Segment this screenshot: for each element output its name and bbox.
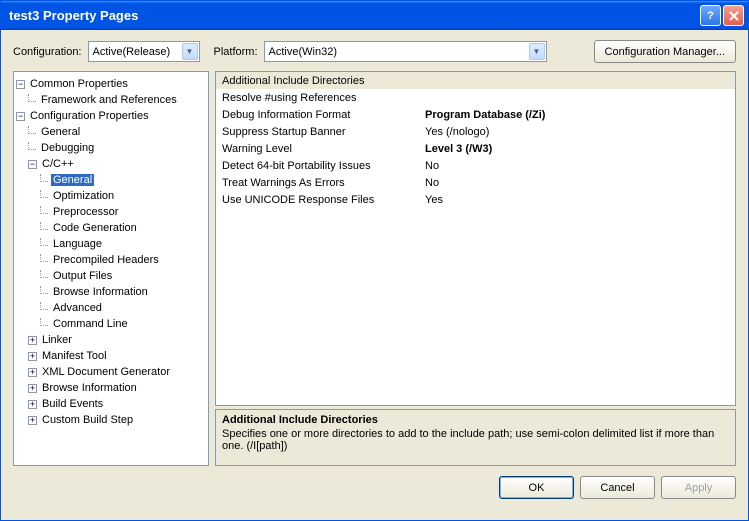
grid-row[interactable]: Treat Warnings As ErrorsNo: [216, 174, 735, 191]
expand-icon[interactable]: +: [28, 336, 37, 345]
prop-name: Detect 64-bit Portability Issues: [216, 160, 421, 172]
prop-value[interactable]: Yes (/nologo): [421, 126, 735, 138]
grid-row[interactable]: Warning LevelLevel 3 (/W3): [216, 140, 735, 157]
collapse-icon[interactable]: −: [16, 112, 25, 121]
configuration-label: Configuration:: [13, 46, 82, 58]
close-button[interactable]: [723, 5, 744, 26]
expand-icon[interactable]: +: [28, 416, 37, 425]
tree-language[interactable]: Language: [16, 236, 206, 252]
cancel-button[interactable]: Cancel: [580, 476, 655, 499]
prop-value[interactable]: Program Database (/Zi): [421, 109, 735, 121]
apply-button[interactable]: Apply: [661, 476, 736, 499]
tree-code-generation[interactable]: Code Generation: [16, 220, 206, 236]
tree-linker[interactable]: +Linker: [16, 332, 206, 348]
collapse-icon[interactable]: −: [16, 80, 25, 89]
expand-icon[interactable]: +: [28, 384, 37, 393]
titlebar: test3 Property Pages ?: [1, 1, 748, 30]
tree-browse-information[interactable]: Browse Information: [16, 284, 206, 300]
tree-xml-doc-gen[interactable]: +XML Document Generator: [16, 364, 206, 380]
prop-value[interactable]: No: [421, 177, 735, 189]
grid-row[interactable]: Suppress Startup BannerYes (/nologo): [216, 123, 735, 140]
prop-value[interactable]: No: [421, 160, 735, 172]
expand-icon[interactable]: +: [28, 368, 37, 377]
tree-preprocessor[interactable]: Preprocessor: [16, 204, 206, 220]
top-row: Configuration: Active(Release) ▼ Platfor…: [13, 40, 736, 63]
grid-row[interactable]: Debug Information FormatProgram Database…: [216, 106, 735, 123]
tree-precompiled-headers[interactable]: Precompiled Headers: [16, 252, 206, 268]
grid-row-selected[interactable]: Additional Include Directories: [216, 72, 735, 89]
configuration-manager-button[interactable]: Configuration Manager...: [594, 40, 736, 63]
tree-panel[interactable]: −Common Properties Framework and Referen…: [13, 71, 209, 466]
prop-value[interactable]: Yes: [421, 194, 735, 206]
platform-value: Active(Win32): [269, 46, 337, 58]
tree-command-line[interactable]: Command Line: [16, 316, 206, 332]
configuration-value: Active(Release): [93, 46, 171, 58]
expand-icon[interactable]: +: [28, 352, 37, 361]
chevron-down-icon: ▼: [529, 43, 545, 60]
close-icon: [729, 11, 739, 21]
window-title: test3 Property Pages: [9, 8, 700, 23]
prop-name: Use UNICODE Response Files: [216, 194, 421, 206]
configuration-combo[interactable]: Active(Release) ▼: [88, 41, 200, 62]
tree-manifest-tool[interactable]: +Manifest Tool: [16, 348, 206, 364]
tree-advanced[interactable]: Advanced: [16, 300, 206, 316]
grid-row[interactable]: Use UNICODE Response FilesYes: [216, 191, 735, 208]
prop-name: Suppress Startup Banner: [216, 126, 421, 138]
prop-name: Resolve #using References: [216, 92, 421, 104]
tree-debugging[interactable]: Debugging: [16, 140, 206, 156]
tree-optimization[interactable]: Optimization: [16, 188, 206, 204]
tree-ccpp[interactable]: −C/C++: [16, 156, 206, 172]
prop-value[interactable]: Level 3 (/W3): [421, 143, 735, 155]
description-body: Specifies one or more directories to add…: [222, 428, 729, 452]
grid-row[interactable]: Detect 64-bit Portability IssuesNo: [216, 157, 735, 174]
prop-name: Additional Include Directories: [216, 75, 421, 87]
prop-name: Debug Information Format: [216, 109, 421, 121]
tree-custom-build-step[interactable]: +Custom Build Step: [16, 412, 206, 428]
help-button[interactable]: ?: [700, 5, 721, 26]
description-title: Additional Include Directories: [222, 414, 729, 426]
expand-icon[interactable]: +: [28, 400, 37, 409]
tree-output-files[interactable]: Output Files: [16, 268, 206, 284]
chevron-down-icon: ▼: [182, 43, 198, 60]
platform-label: Platform:: [214, 46, 258, 58]
platform-combo[interactable]: Active(Win32) ▼: [264, 41, 547, 62]
property-grid[interactable]: Additional Include Directories Resolve #…: [215, 71, 736, 406]
tree-common-properties[interactable]: −Common Properties: [16, 76, 206, 92]
button-row: OK Cancel Apply: [13, 476, 736, 499]
tree-configuration-properties[interactable]: −Configuration Properties: [16, 108, 206, 124]
ok-button[interactable]: OK: [499, 476, 574, 499]
grid-row[interactable]: Resolve #using References: [216, 89, 735, 106]
tree-framework-refs[interactable]: Framework and References: [16, 92, 206, 108]
tree-general-top[interactable]: General: [16, 124, 206, 140]
collapse-icon[interactable]: −: [28, 160, 37, 169]
tree-general[interactable]: General: [16, 172, 206, 188]
prop-name: Treat Warnings As Errors: [216, 177, 421, 189]
tree-build-events[interactable]: +Build Events: [16, 396, 206, 412]
prop-name: Warning Level: [216, 143, 421, 155]
tree-browse-info[interactable]: +Browse Information: [16, 380, 206, 396]
description-panel: Additional Include Directories Specifies…: [215, 409, 736, 466]
